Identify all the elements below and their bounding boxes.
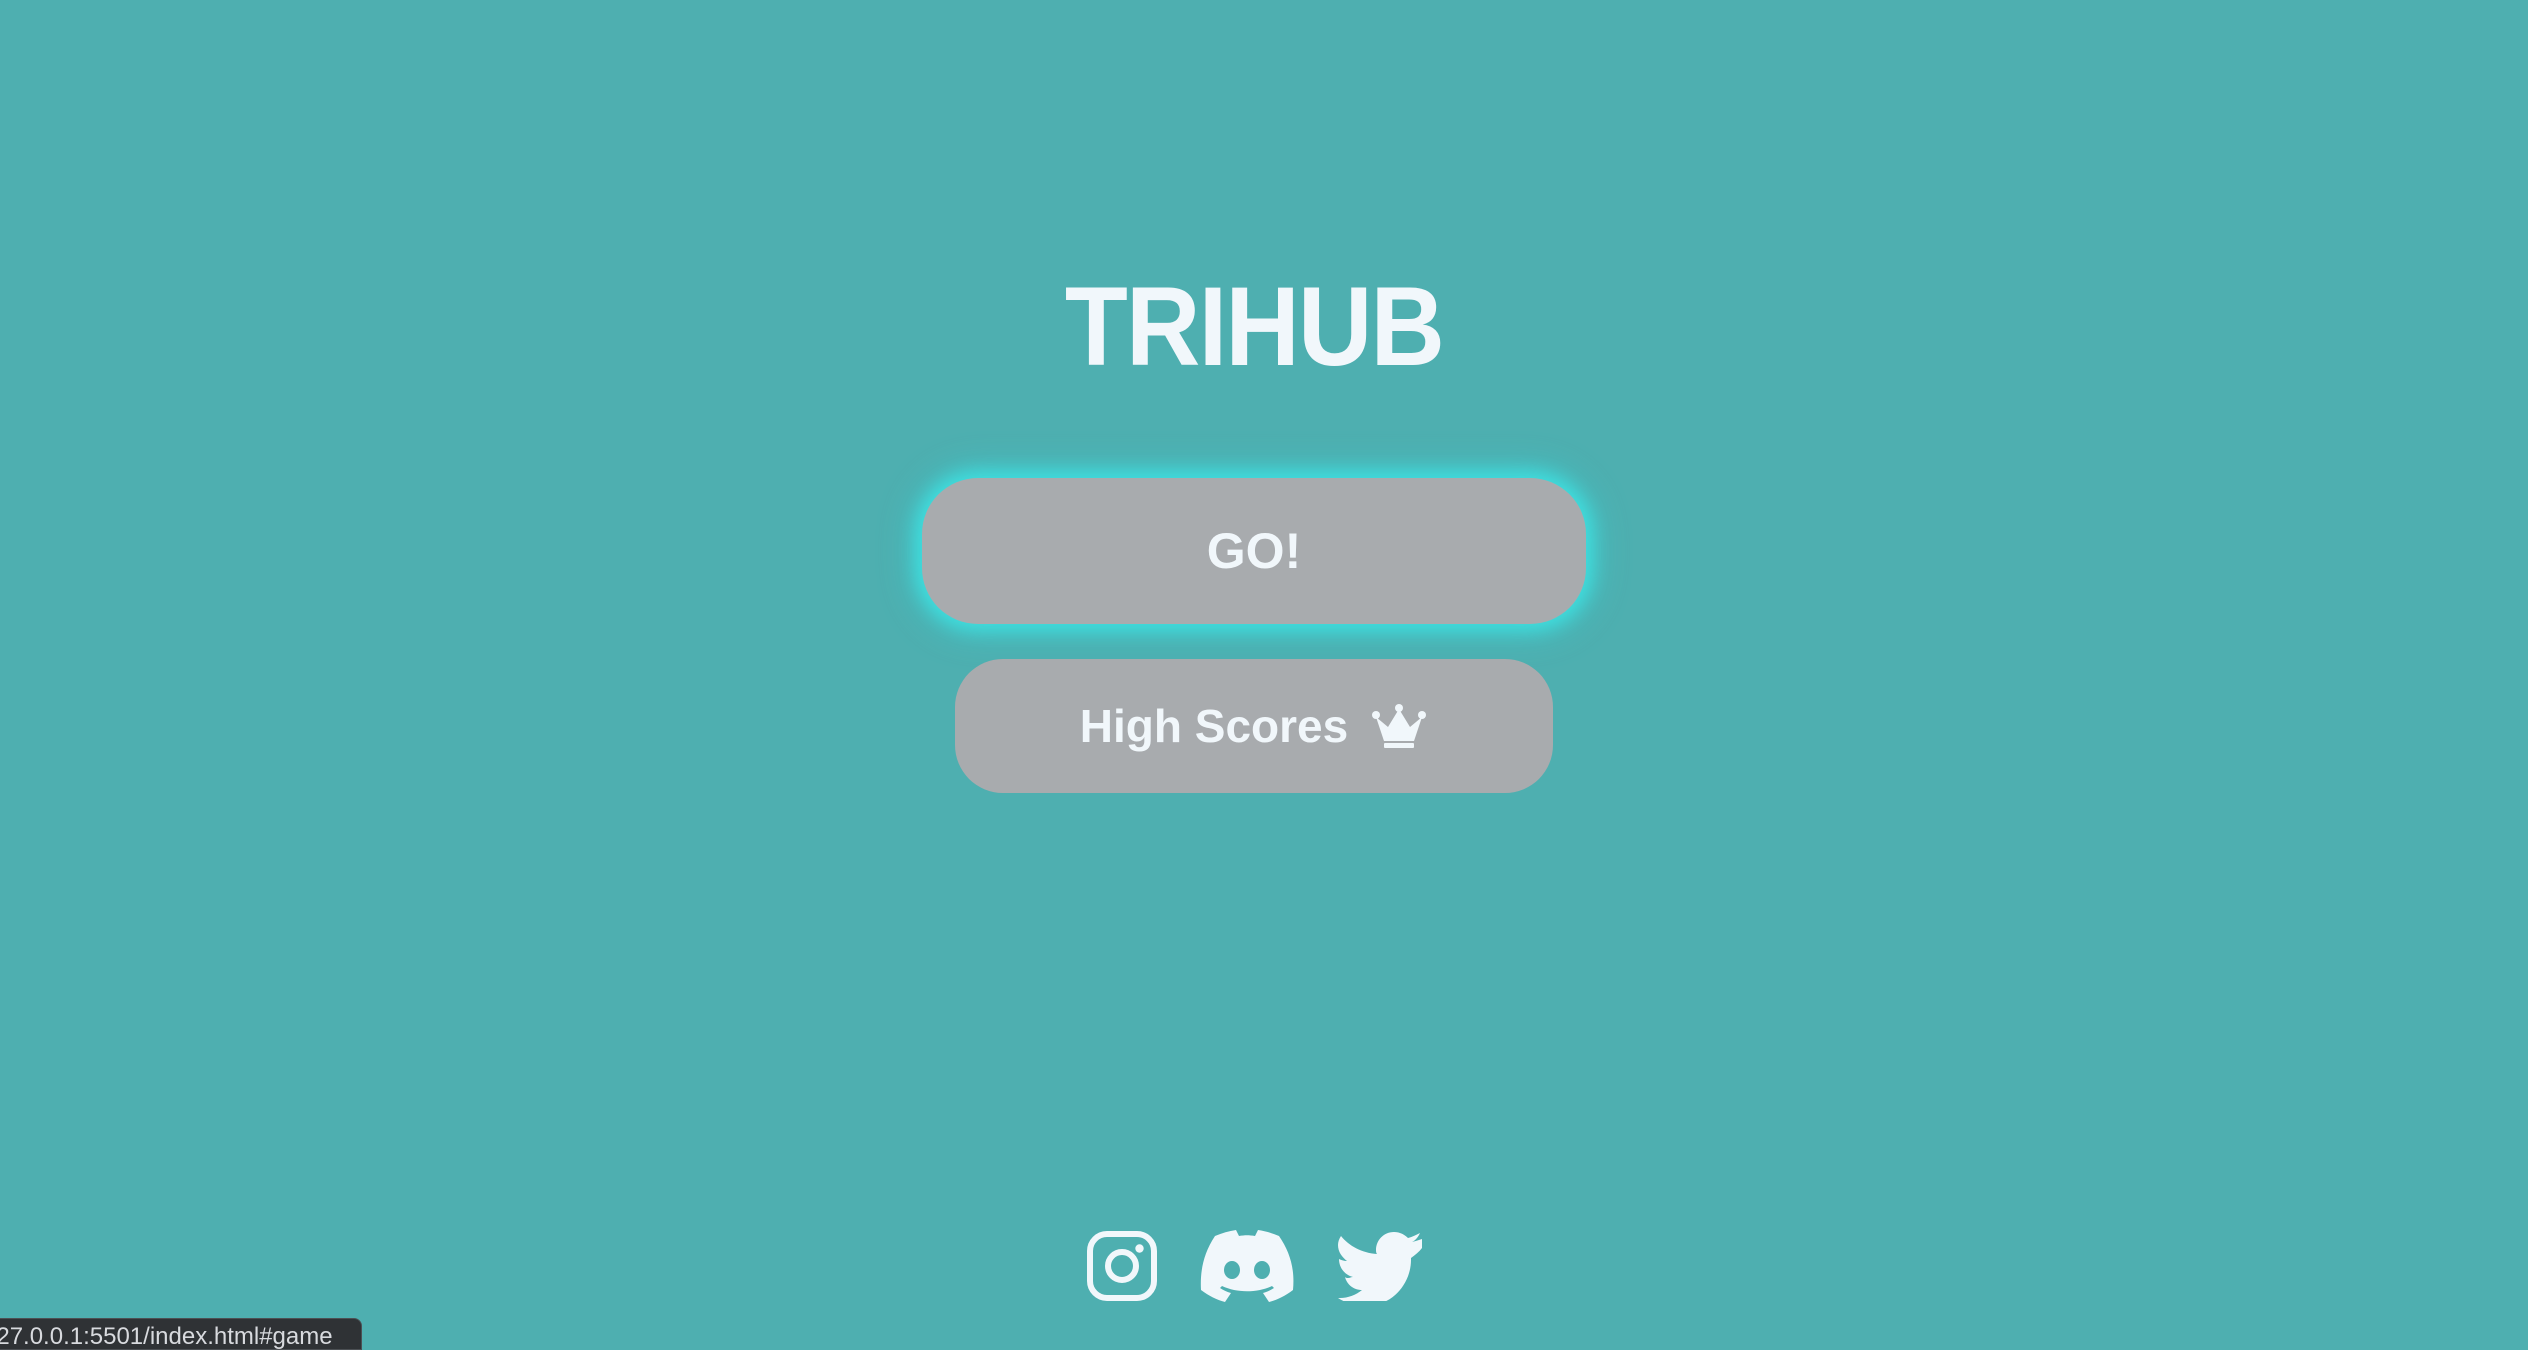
high-scores-label: High Scores — [1079, 700, 1349, 752]
instagram-icon — [1086, 1230, 1158, 1302]
instagram-link[interactable] — [1086, 1226, 1158, 1306]
twitter-icon — [1338, 1231, 1422, 1301]
app-title: TRIHUB — [1064, 264, 1445, 389]
twitter-link[interactable] — [1338, 1226, 1422, 1306]
go-button[interactable]: GO! — [922, 478, 1586, 624]
discord-link[interactable] — [1198, 1226, 1296, 1306]
high-scores-button[interactable]: High Scores — [955, 659, 1553, 793]
status-bar-url: 127.0.0.1:5501/index.html#game — [0, 1318, 362, 1350]
go-button-label: GO! — [1206, 523, 1302, 579]
discord-icon — [1199, 1230, 1295, 1302]
crown-icon — [1370, 703, 1428, 749]
